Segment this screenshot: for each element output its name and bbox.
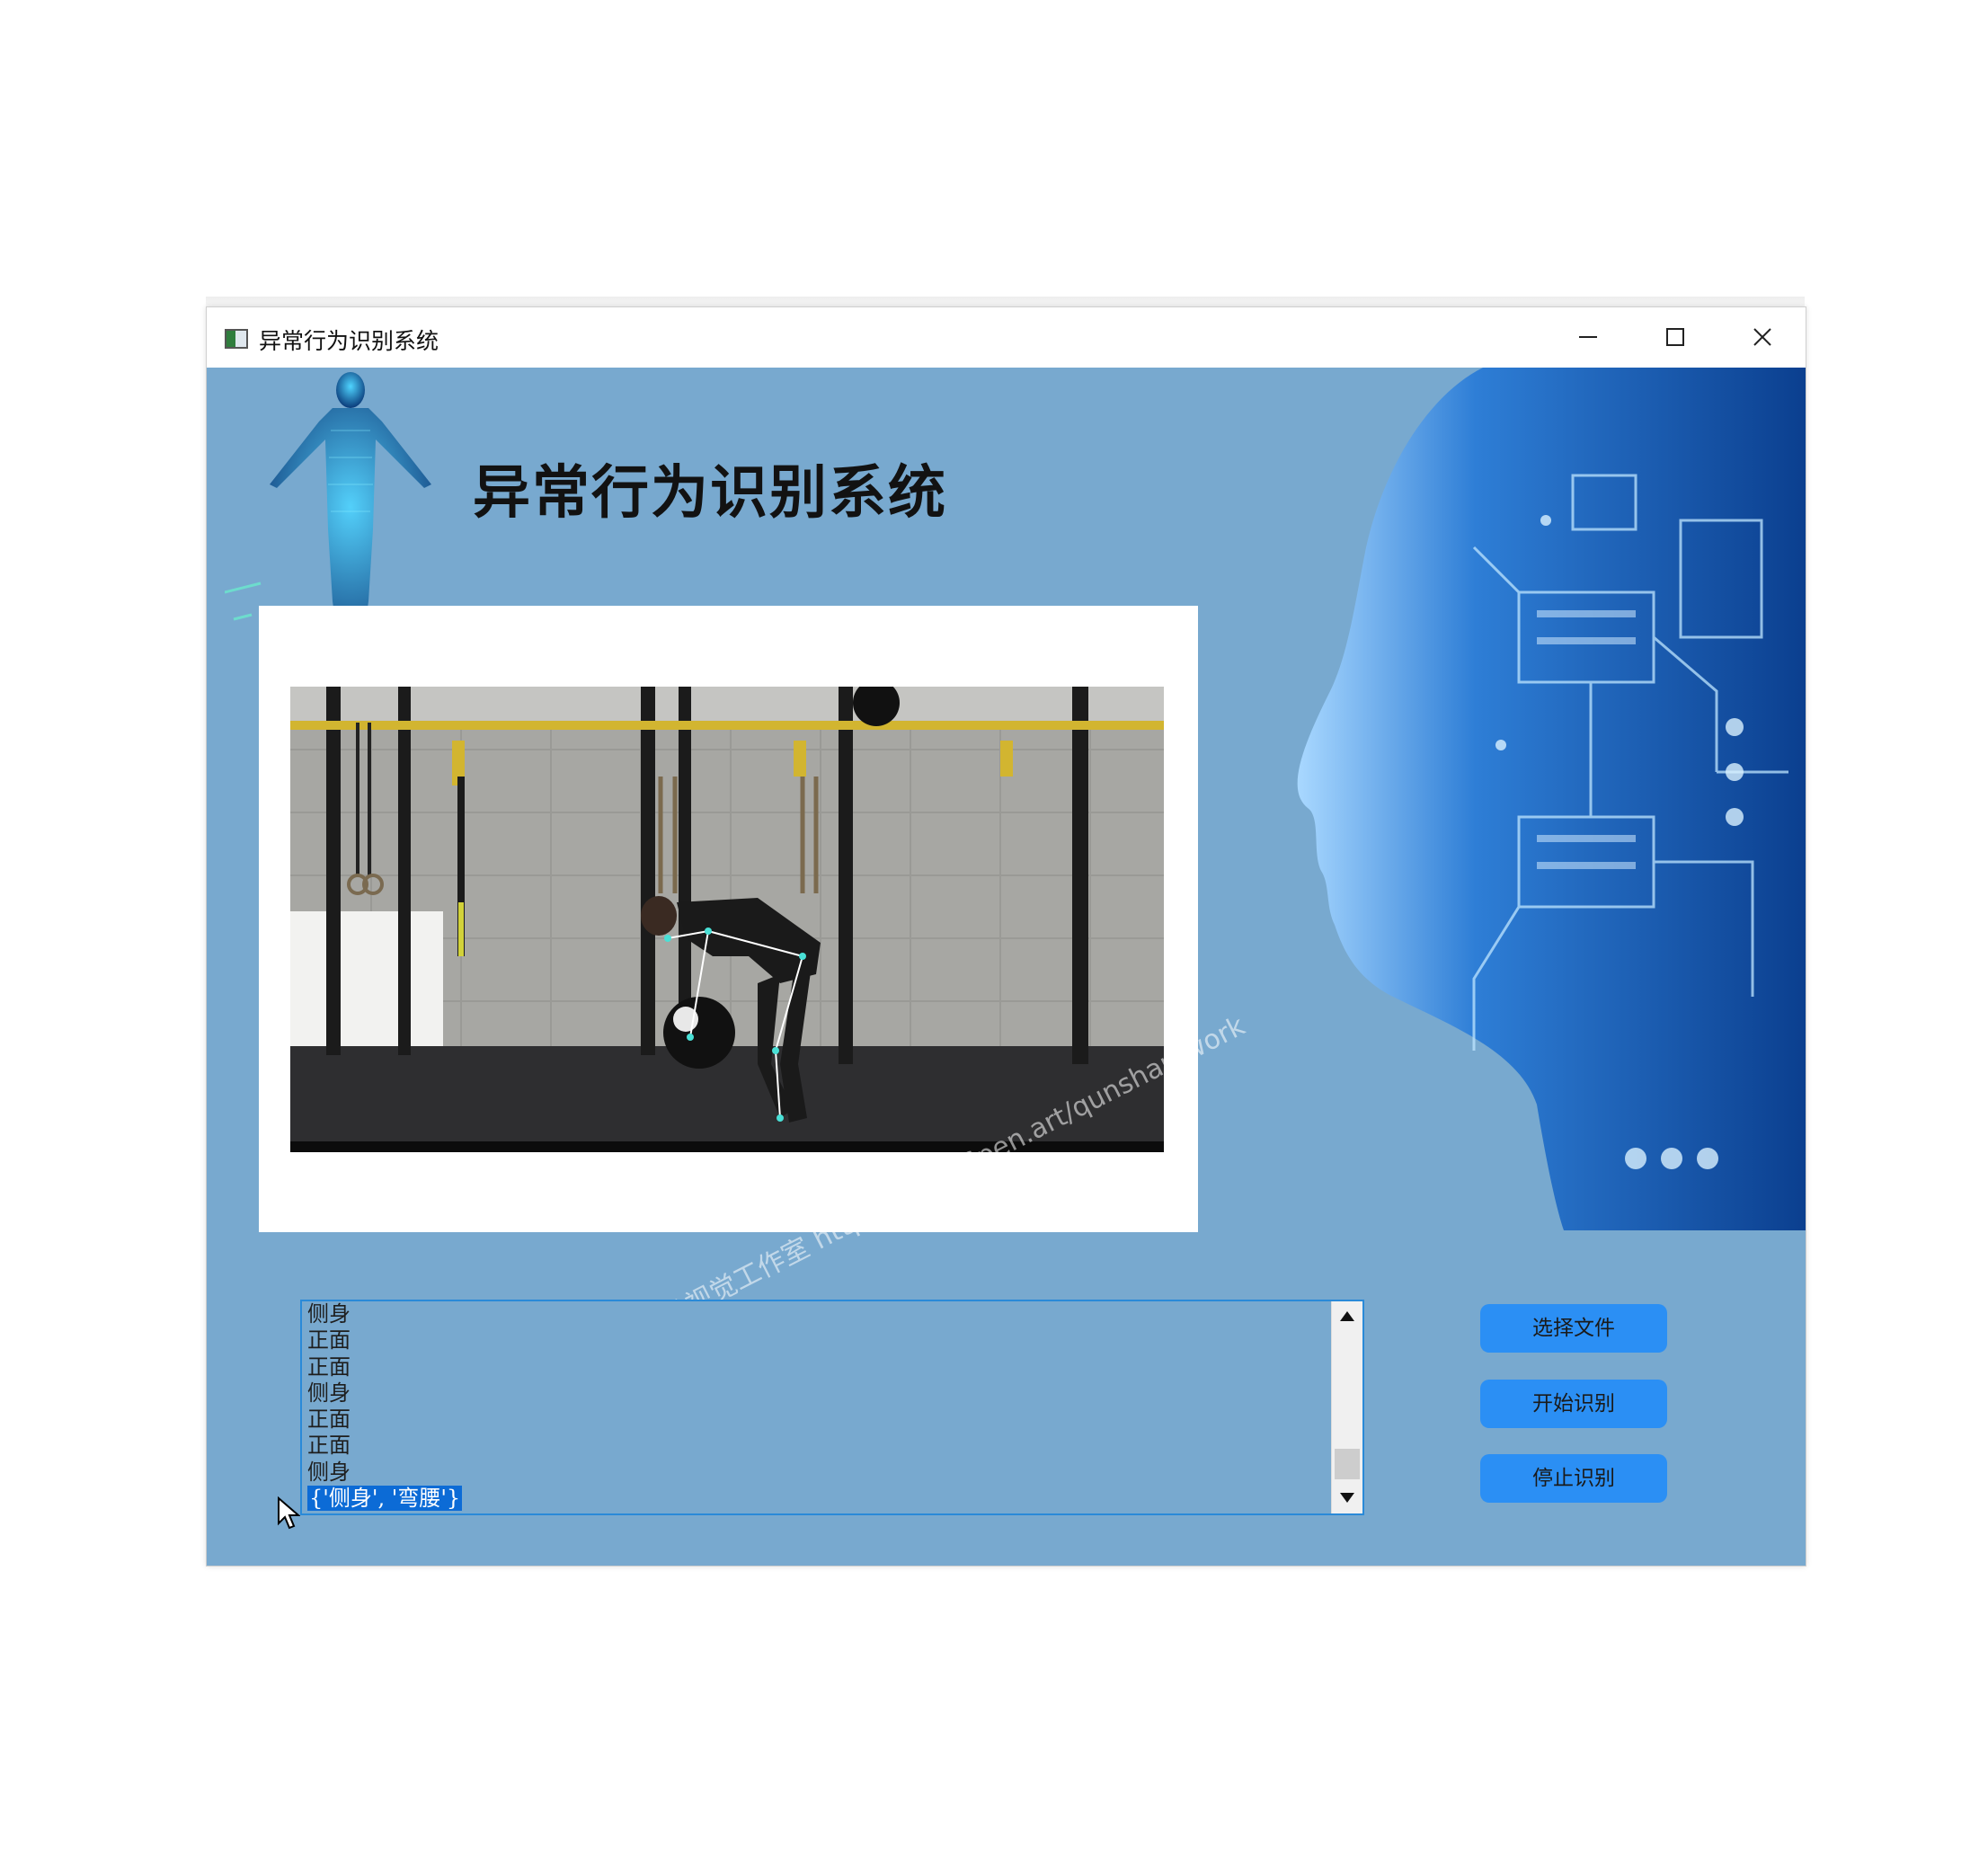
mouse-cursor-icon [278,1496,300,1530]
scroll-thumb[interactable] [1335,1449,1360,1479]
log-line: 侧身 [307,1459,351,1485]
app-window: 异常行为识别系统 异常行为识别系统 群马视觉工作室 https://mbd.6p… [206,306,1806,1567]
title-bar[interactable]: 异常行为识别系统 [207,307,1806,368]
log-line: 正面 [307,1433,351,1459]
window-title: 异常行为识别系统 [259,328,439,354]
gym-scene-image [290,687,1164,1152]
scroll-down-button[interactable] [1332,1483,1362,1513]
selected-text: {'侧身', '弯腰'} [307,1486,463,1512]
ai-head-image [1297,368,1806,1230]
minimize-button[interactable] [1546,307,1631,368]
page-title: 异常行为识别系统 [473,460,947,527]
triangle-up-icon [1340,1311,1354,1321]
close-icon [1753,328,1771,346]
app-icon [225,329,248,349]
maximize-button[interactable] [1633,307,1718,368]
log-list: 侧身 正面 正面 侧身 正面 正面 侧身 {'侧身', '弯腰'} [307,1301,463,1512]
recognition-log[interactable]: 侧身 正面 正面 侧身 正面 正面 侧身 {'侧身', '弯腰'} [300,1300,1364,1515]
log-line: 正面 [307,1327,351,1354]
video-frame [290,687,1164,1152]
maximize-icon [1666,328,1684,346]
video-panel [259,606,1198,1232]
start-recognition-button[interactable]: 开始识别 [1480,1380,1667,1428]
log-line-selected[interactable]: {'侧身', '弯腰'} [307,1486,463,1512]
stop-recognition-button[interactable]: 停止识别 [1480,1454,1667,1503]
client-area: 异常行为识别系统 群马视觉工作室 https://mbd.6pen.art/qu… [207,368,1806,1566]
log-line: 正面 [307,1407,351,1433]
scroll-up-button[interactable] [1332,1301,1362,1332]
minimize-icon [1579,336,1597,338]
log-line: 侧身 [307,1301,351,1327]
log-line: 正面 [307,1354,351,1380]
close-button[interactable] [1720,307,1806,368]
select-file-button[interactable]: 选择文件 [1480,1304,1667,1353]
triangle-down-icon [1340,1493,1354,1503]
log-scrollbar[interactable] [1331,1301,1362,1513]
log-line: 侧身 [307,1380,351,1406]
